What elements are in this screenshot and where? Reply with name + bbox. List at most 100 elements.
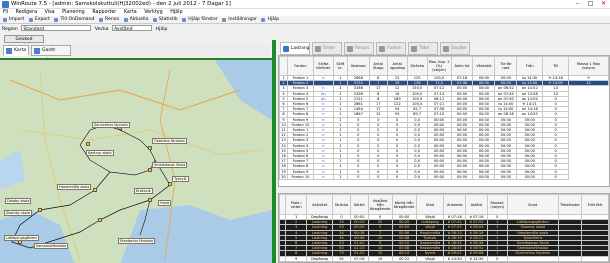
menu-planering[interactable]: Planering (59, 9, 88, 16)
geocode-button[interactable]: Geokod ogs.platser (4, 35, 44, 49)
top_grid-cell: Fordon 10 (286, 173, 314, 181)
panel-splitter[interactable] (272, 40, 276, 263)
menu-karta[interactable]: Karta (121, 9, 140, 16)
bottom_grid-column-header[interactable]: Tidsfönster (557, 194, 582, 215)
map-stop-marker[interactable] (86, 142, 90, 146)
top_grid-column-header[interactable]: Väntetid (472, 56, 496, 76)
top_grid-cell: 00:00 (494, 173, 518, 181)
rensa-button[interactable]: Rensa (99, 16, 119, 24)
menu-redigera[interactable]: Redigera (13, 9, 40, 16)
map-stop-marker[interactable] (93, 188, 97, 192)
week-select[interactable]: Avstånd (112, 25, 153, 32)
bottom_grid-cell (580, 255, 609, 262)
help-button[interactable]: Hjälp (261, 16, 279, 24)
close-icon[interactable]: ✕ (597, 0, 610, 8)
menu-hjalp[interactable]: Hjälp (167, 9, 185, 16)
vehicle-table[interactable]: Fordon Skifta körtider Skift nr. Kostnad Ant… (278, 55, 610, 187)
bottom_grid-cell: Växjö (415, 255, 445, 262)
tab-resurs[interactable]: Resurs (344, 42, 374, 55)
bottom_grid-column-header[interactable]: Avstånd från föregående (367, 194, 393, 215)
top_grid-cell: 0 (346, 173, 370, 181)
top_grid-column-header[interactable]: Antal Stopp (368, 56, 388, 76)
bottom_grid-cell: 0 (486, 255, 508, 262)
help-window-button[interactable]: Hjälp fönster (182, 16, 218, 24)
bottom_grid-cell: 19 (367, 255, 393, 262)
top_grid-column-header[interactable]: Tid för rast (494, 56, 518, 76)
map-stop-marker[interactable] (148, 146, 152, 150)
top_grid-cell: 0 (542, 173, 570, 181)
top_grid-cell: on 07:44 (494, 90, 518, 97)
menu-visa[interactable]: Visa (42, 9, 58, 16)
ondemand-button[interactable]: Till OnDemand (54, 16, 94, 24)
top_grid-column-header[interactable] (279, 56, 288, 76)
bottom_grid-column-header[interactable]: Avfärd (465, 194, 488, 215)
bottom_grid-column-header[interactable]: Massa1 (volym) (486, 194, 508, 215)
top_grid-cell: n (312, 173, 334, 181)
top_grid-column-header[interactable]: Aktiv tid (450, 56, 474, 76)
tab-order-label: Order (323, 46, 336, 51)
tab-gantt[interactable]: Gantt-schema (31, 45, 71, 63)
map-label: Stenbacks förskola (118, 238, 156, 244)
menu-fil[interactable]: Fil (0, 9, 11, 16)
map-stop-marker[interactable] (38, 208, 42, 212)
map-stop-marker[interactable] (148, 198, 152, 202)
top_grid-column-header[interactable]: Kostnad (346, 56, 370, 76)
tab-tider[interactable]: Tider (408, 42, 438, 55)
menu-rapporter[interactable]: Rapporter (89, 9, 119, 16)
bottom_grid-column-header[interactable]: Aktivitet (306, 194, 334, 215)
tab-fordon[interactable]: Fordon (376, 42, 406, 55)
map-stop-marker[interactable] (98, 218, 102, 222)
top_grid-column-header[interactable]: Fordon (286, 56, 314, 76)
export-button[interactable]: Export (28, 16, 50, 24)
top_grid-column-header[interactable]: Från (516, 56, 544, 76)
top_grid-column-header[interactable]: Sträcka (406, 56, 428, 76)
statistik-button[interactable]: Statistik (152, 16, 178, 24)
top_grid-row[interactable]: 20 Fordon 10 n 1 0 0 0 0,0 00:00 00:00 00:00 00:00 0… (279, 173, 609, 181)
toolbar: Import Export Till OnDemand Rensa Aktuel… (0, 16, 610, 24)
bottom_grid-cell: 07:16 (349, 255, 369, 262)
title-bar: WinRoute 7.5 - [admin: Samskolskuttuli(H… (0, 0, 610, 9)
bottom_grid-column-header[interactable]: Körtid (349, 194, 369, 215)
tab-karta[interactable]: Karta (3, 45, 29, 56)
region-select[interactable]: Standard (21, 25, 92, 32)
bottom_grid-column-header[interactable]: Ankomst (443, 194, 467, 215)
bottom_grid-column-header[interactable]: Sträcka (332, 194, 351, 215)
top_grid-column-header[interactable]: Skifta körtider (312, 56, 334, 76)
top_grid-cell: 0,0 (406, 173, 428, 181)
bottom_grid-cell: Hasslemåla (415, 245, 445, 252)
menu-verktyg[interactable]: Verktyg (141, 9, 165, 16)
depot-icon (443, 46, 449, 52)
top_grid-column-header[interactable]: Skift nr. (332, 56, 348, 76)
map-stop-marker[interactable] (148, 168, 152, 172)
top_grid-column-header[interactable]: Massa 1 Max (volym) (568, 56, 609, 76)
tab-resurs-label: Resurs (355, 46, 370, 51)
bottom_grid-column-header[interactable]: Fritt fält (580, 194, 609, 215)
top_grid-column-header[interactable]: Till (542, 56, 570, 76)
aktuella-button[interactable]: Aktuella (123, 16, 148, 24)
bottom_grid-column-header[interactable]: Körtid från föregående (391, 194, 417, 215)
bottom_grid-column-header[interactable]: Kund (506, 194, 559, 215)
bottom_grid-row[interactable]: 9 Depåstop 92 07:16 19 00:22 Växjö ti 14:30 ti 1… (279, 255, 609, 262)
top_grid-column-header[interactable]: Antal uppdrag (386, 56, 408, 76)
bottom_grid-column-header[interactable]: Stad (415, 194, 445, 215)
maximize-icon[interactable]: □ (584, 0, 597, 8)
region-label: Region (2, 26, 18, 32)
map-stop-marker[interactable] (168, 182, 172, 186)
tab-lastning[interactable]: Lastning (280, 42, 310, 55)
stop-table[interactable]: Plats i rutten Aktivitet Sträcka Körtid Avst… (278, 193, 610, 263)
gantt-icon (34, 48, 40, 54)
top_grid-cell: 12 (568, 80, 609, 87)
settings-button[interactable]: Inställningar (222, 16, 257, 24)
tab-order[interactable]: Order (312, 42, 342, 55)
app-icon (2, 1, 9, 8)
bottom_grid-column-header[interactable]: Plats i rutten (284, 194, 308, 215)
extra-help-link[interactable]: Hjälp (156, 26, 168, 34)
minimize-icon[interactable]: – (571, 0, 584, 8)
tab-depaer[interactable]: Depåer (440, 42, 470, 55)
route-map[interactable]: Servicehus Nyckeln Östersbo förskola Kas… (0, 58, 272, 263)
import-button[interactable]: Import (3, 16, 24, 24)
map-label: Östersbo förskola (152, 138, 187, 144)
top_grid-column-header[interactable]: Max. kap. 1 (%) (volym) (426, 56, 452, 76)
vehicle-icon (379, 46, 385, 52)
top_grid-cell: 00:00 (516, 173, 544, 181)
